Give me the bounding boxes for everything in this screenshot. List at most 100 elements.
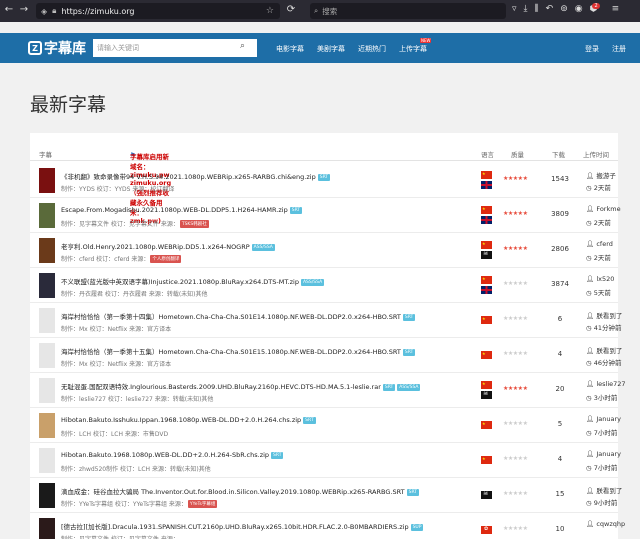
poster-thumbnail[interactable] bbox=[39, 343, 55, 368]
subtitle-table: 字幕 ⚑ 字幕库启用新域名：zimuku.pw zimuku.org （强烈推荐… bbox=[30, 133, 626, 539]
sync-icon[interactable]: ⊚ bbox=[560, 4, 568, 14]
star-icon: ★ bbox=[522, 210, 528, 217]
nav-movie-subs[interactable]: 电影字幕 bbox=[276, 44, 304, 54]
cn-flag-icon bbox=[481, 351, 492, 359]
format-tag: SRT bbox=[402, 314, 416, 321]
register-link[interactable]: 注册 bbox=[612, 44, 626, 54]
subtitle-meta-text: 制作：见字幕文件 校订：见字幕文件 来源： bbox=[61, 221, 179, 228]
extension-icon[interactable]: ◉ bbox=[575, 4, 583, 14]
subtitle-title-link[interactable]: 《非机翻》致命录像带94 V.H.S.94.2021.1080p.WEBRip.… bbox=[61, 171, 331, 181]
subtitle-meta: 制作：YYDS 校订：YYDS 来源：校订翻译 bbox=[61, 184, 174, 193]
subtitle-title-link[interactable]: 不义联盟(蓝光版中英双语字幕)Injustice.2021.1080p.BluR… bbox=[61, 276, 325, 286]
uploader[interactable]: 👤︎ 朕看到了 bbox=[586, 310, 622, 320]
search-icon[interactable]: ⌕ bbox=[240, 41, 245, 51]
star-icon: ★ bbox=[522, 385, 528, 392]
uploader[interactable]: 👤︎ 朕看到了 bbox=[586, 485, 622, 495]
nav-us-drama-subs[interactable]: 美剧字幕 bbox=[317, 44, 345, 54]
subtitle-title-link[interactable]: 滴血成金：硅谷血拉大骗局 The.Inventor.Out.for.Blood.… bbox=[61, 486, 420, 496]
subtitle-title-text: [德古拉][加长版].Dracula.1931.SPANISH.CUT.2160… bbox=[61, 523, 409, 531]
site-logo[interactable]: Z 字幕库 bbox=[28, 38, 86, 58]
quality-rating: ★★★★★ bbox=[503, 280, 528, 287]
bookmark-star-icon[interactable]: ☆ bbox=[266, 6, 274, 16]
poster-thumbnail[interactable] bbox=[39, 168, 55, 193]
uploader[interactable]: 👤︎ 搬游子 bbox=[586, 170, 616, 180]
pocket-icon[interactable]: ▿ bbox=[512, 4, 517, 14]
browser-search-placeholder: 搜索 bbox=[322, 6, 338, 16]
subtitle-title-text: 海岸村恰恰恰（第一季第十四集）Hometown.Cha-Cha-Cha.S01E… bbox=[61, 313, 401, 321]
poster-thumbnail[interactable] bbox=[39, 308, 55, 333]
url-bar[interactable]: ◈ 🔒︎ https://zimuku.org ☆ bbox=[36, 3, 280, 19]
poster-thumbnail[interactable] bbox=[39, 238, 55, 263]
pirate-flag-icon bbox=[481, 490, 492, 499]
source-tag: 个人原创翻译 bbox=[150, 255, 182, 263]
subtitle-meta: 制作：丹衣履君 校订：丹衣履君 来源：转载(未知)其他 bbox=[61, 289, 208, 298]
subtitle-meta: 制作：见字幕文件 校订：见字幕文件 来源： TSKS韩剧社 bbox=[61, 219, 209, 228]
cn-flag-icon bbox=[481, 421, 492, 429]
clock-icon: ◷ bbox=[586, 184, 594, 192]
subtitle-title-link[interactable]: Escape.From.Mogadishu.2021.1080p.WEB-DL.… bbox=[61, 206, 303, 214]
forward-icon[interactable]: → bbox=[17, 4, 31, 15]
subtitle-meta-text: 制作：zhwd520制作 校订：LCH 来源：转载(未知)其他 bbox=[61, 466, 211, 473]
table-row: 滴血成金：硅谷血拉大骗局 The.Inventor.Out.for.Blood.… bbox=[30, 478, 622, 513]
poster-thumbnail[interactable] bbox=[39, 518, 55, 539]
nav-trending[interactable]: 近期热门 bbox=[358, 44, 386, 54]
uploader[interactable]: 👤︎ lx520 bbox=[586, 275, 614, 283]
cn-flag-icon bbox=[481, 206, 492, 214]
poster-thumbnail[interactable] bbox=[39, 448, 55, 473]
subtitle-meta-text: 制作：YYeTs字幕组 校订：YYeTs字幕组 来源： bbox=[61, 501, 187, 508]
login-link[interactable]: 登录 bbox=[585, 44, 599, 54]
pirate-flag-icon bbox=[481, 250, 492, 259]
subtitle-title-link[interactable]: 老亨利.Old.Henry.2021.1080p.WEBRip.DD5.1.x2… bbox=[61, 241, 275, 251]
undo-icon[interactable]: ↶ bbox=[546, 4, 554, 14]
library-icon[interactable]: ⫼ bbox=[535, 4, 539, 14]
uploader[interactable]: 👤︎ January bbox=[586, 450, 621, 458]
uploader[interactable]: 👤︎ January bbox=[586, 415, 621, 423]
back-icon[interactable]: ← bbox=[2, 4, 16, 15]
reload-icon[interactable]: ⟳ bbox=[284, 4, 298, 15]
subtitle-title-link[interactable]: Hibotan.Bakuto.Isshuku.Ippan.1968.1080p.… bbox=[61, 416, 316, 424]
star-icon: ★ bbox=[522, 315, 528, 322]
uploader[interactable]: 👤︎ cqwzqhp bbox=[586, 520, 625, 528]
subtitle-meta: 制作：leslie727 校订：leslie727 来源：转载(未知)其他 bbox=[61, 394, 213, 403]
format-tag: SRT bbox=[317, 174, 331, 181]
upload-time: ◷ 41分钟前 bbox=[586, 322, 622, 332]
uploader[interactable]: 👤︎ leslie727 bbox=[586, 380, 626, 388]
poster-thumbnail[interactable] bbox=[39, 413, 55, 438]
uk-flag-icon bbox=[481, 216, 492, 224]
subtitle-title-link[interactable]: [德古拉][加长版].Dracula.1931.SPANISH.CUT.2160… bbox=[61, 521, 424, 531]
table-row: Hibotan.Bakuto.1968.1080p.WEB-DL.DD+2.0.… bbox=[30, 443, 621, 478]
poster-thumbnail[interactable] bbox=[39, 273, 55, 298]
poster-thumbnail[interactable] bbox=[39, 483, 55, 508]
poster-thumbnail[interactable] bbox=[39, 203, 55, 228]
subtitle-title-link[interactable]: 无耻混蛋.国配双语特效.Inglourious.Basterds.2009.UH… bbox=[61, 381, 421, 391]
menu-icon[interactable]: ≡ bbox=[612, 4, 620, 14]
upload-time-text: 7小时前 bbox=[593, 429, 618, 437]
uk-flag-icon bbox=[481, 181, 492, 189]
subtitle-meta: 制作：cferd 校订：cferd 来源： 个人原创翻译 bbox=[61, 254, 182, 263]
subtitle-title-link[interactable]: Hibotan.Bakuto.1968.1080p.WEB-DL.DD+2.0.… bbox=[61, 451, 284, 459]
uploader[interactable]: 👤︎ 朕看到了 bbox=[586, 345, 622, 355]
user-icon: 👤︎ bbox=[586, 312, 597, 320]
subtitle-title-link[interactable]: 海岸村恰恰恰（第一季第十四集）Hometown.Cha-Cha-Cha.S01E… bbox=[61, 311, 416, 321]
format-tag: ASS/SSA bbox=[300, 279, 325, 286]
lock-icon: 🔒︎ bbox=[52, 6, 57, 15]
uploader-name: 朕看到了 bbox=[596, 312, 623, 320]
subtitle-title-link[interactable]: 海岸村恰恰恰（第一季第十五集）Hometown.Cha-Cha-Cha.S01E… bbox=[61, 346, 416, 356]
shield-icon: ◈ bbox=[41, 6, 48, 16]
poster-thumbnail[interactable] bbox=[39, 378, 55, 403]
quality-rating: ★★★★★ bbox=[503, 385, 528, 392]
uploader[interactable]: 👤︎ cferd bbox=[586, 240, 613, 248]
browser-search-input[interactable]: ⌕ 搜索 bbox=[310, 3, 506, 19]
user-icon: 👤︎ bbox=[586, 450, 597, 458]
subtitle-title-text: Hibotan.Bakuto.Isshuku.Ippan.1968.1080p.… bbox=[61, 416, 302, 424]
logo-text: 字幕库 bbox=[44, 41, 86, 57]
table-row: 无耻混蛋.国配双语特效.Inglourious.Basterds.2009.UH… bbox=[30, 373, 626, 408]
subtitle-meta-text: 制作：Mx 校订：Netflix 来源：官方译本 bbox=[61, 326, 172, 333]
adblock-icon[interactable]: ⬢2 bbox=[590, 3, 605, 14]
download-icon[interactable]: ⤓ bbox=[524, 4, 528, 14]
table-row: 老亨利.Old.Henry.2021.1080p.WEBRip.DD5.1.x2… bbox=[30, 233, 618, 268]
upload-time: ◷ 7小时前 bbox=[586, 427, 617, 437]
uploader[interactable]: 👤︎ Forkme bbox=[586, 205, 621, 213]
site-search-input[interactable] bbox=[93, 39, 257, 57]
nav-upload-subs[interactable]: 上传字幕 bbox=[399, 44, 427, 54]
